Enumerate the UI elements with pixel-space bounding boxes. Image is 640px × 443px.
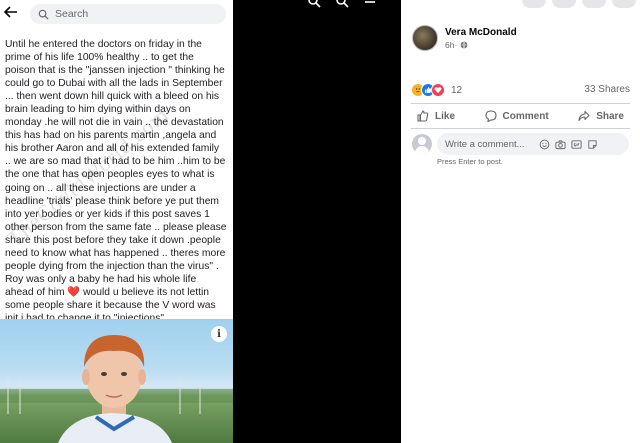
like-label: Like xyxy=(435,110,456,122)
nav-button-cropped[interactable] xyxy=(612,0,636,8)
mobile-post-panel: Until he entered the doctors on friday i… xyxy=(0,0,233,443)
comment-button[interactable]: Comment xyxy=(479,104,555,128)
nav-button-cropped[interactable] xyxy=(522,0,546,8)
search-icon-cropped-2[interactable] xyxy=(335,0,349,8)
author-block: Vera McDonald 6h · xyxy=(445,27,517,50)
user-avatar xyxy=(412,134,432,154)
comment-input[interactable] xyxy=(445,138,535,150)
reaction-count[interactable]: 12 xyxy=(451,85,462,96)
thumbs-up-icon xyxy=(417,110,429,122)
post-meta: 6h · xyxy=(445,40,517,50)
post-text-main: Until he entered the doctors on friday i… xyxy=(5,39,227,298)
gif-icon[interactable] xyxy=(571,139,582,150)
shares-count[interactable]: 33 Shares xyxy=(584,84,630,95)
comment-tools xyxy=(539,139,598,150)
search-icon-cropped[interactable] xyxy=(307,0,321,8)
mobile-top-bar xyxy=(0,0,233,28)
meta-separator: · xyxy=(454,39,458,50)
sticker-icon[interactable] xyxy=(587,139,598,150)
globe-icon xyxy=(460,41,468,48)
search-box[interactable] xyxy=(30,4,226,24)
avatar[interactable] xyxy=(412,25,438,51)
post-time[interactable]: 6h xyxy=(445,40,454,50)
post-body-text: Until he entered the doctors on friday i… xyxy=(0,28,233,320)
divider xyxy=(411,128,630,129)
info-icon[interactable]: i xyxy=(211,326,227,342)
author-name[interactable]: Vera McDonald xyxy=(445,27,517,38)
action-bar: Like Comment Share xyxy=(411,104,630,128)
press-enter-hint: Press Enter to post. xyxy=(437,157,503,166)
search-input[interactable] xyxy=(55,8,215,20)
black-gap xyxy=(233,0,401,443)
boy-portrait-image xyxy=(0,335,233,443)
heart-emoji: ❤️ xyxy=(67,286,81,298)
share-label: Share xyxy=(596,110,624,122)
search-icon xyxy=(38,9,49,20)
share-button[interactable]: Share xyxy=(572,104,630,128)
like-button[interactable]: Like xyxy=(411,104,461,128)
emoji-icon[interactable] xyxy=(539,139,550,150)
comment-composer xyxy=(412,133,629,155)
share-arrow-icon xyxy=(578,110,590,122)
comment-box[interactable] xyxy=(437,133,629,155)
back-arrow-icon[interactable] xyxy=(3,6,20,22)
post-header: Vera McDonald 6h · xyxy=(412,25,517,51)
reactions-summary[interactable]: 12 xyxy=(411,83,462,97)
nav-button-cropped[interactable] xyxy=(552,0,576,8)
comment-icon xyxy=(484,110,497,122)
desktop-post-panel: Vera McDonald 6h · 12 33 Shares Like Com… xyxy=(401,0,640,443)
comment-label: Comment xyxy=(502,110,549,122)
love-reaction-icon xyxy=(431,83,445,97)
menu-icon-cropped[interactable] xyxy=(363,0,377,8)
top-nav-cropped xyxy=(401,0,640,8)
camera-icon[interactable] xyxy=(555,139,566,150)
nav-button-cropped[interactable] xyxy=(582,0,606,8)
cropped-toolbar xyxy=(307,0,377,8)
post-photo[interactable]: i xyxy=(0,319,233,443)
